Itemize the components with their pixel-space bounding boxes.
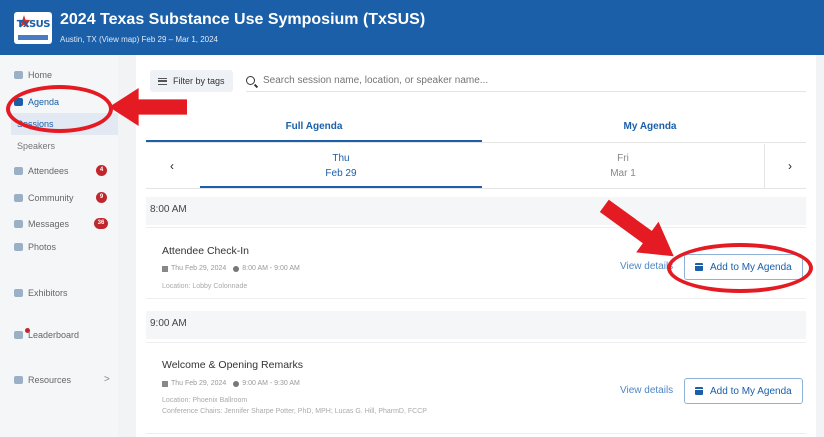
sidebar-item-leaderboard[interactable]: Leaderboard	[14, 330, 79, 340]
sidebar-item-community[interactable]: Community	[14, 193, 74, 203]
agenda-annotation-circle	[6, 85, 113, 133]
event-header: TxSUS 2024 Texas Substance Use Symposium…	[0, 0, 824, 55]
event-logo[interactable]: TxSUS	[14, 12, 52, 44]
session-datetime: Thu Feb 29, 2024 9:00 AM - 9:30 AM	[162, 380, 300, 387]
active-day-indicator	[200, 186, 482, 188]
session-title[interactable]: Welcome & Opening Remarks	[162, 359, 303, 371]
add-to-agenda-annotation-circle	[667, 243, 813, 293]
tab-full-agenda[interactable]: Full Agenda	[146, 111, 482, 141]
session-card[interactable]: Welcome & Opening Remarks Thu Feb 29, 20…	[146, 342, 806, 434]
messages-badge: 36	[94, 218, 108, 229]
sidebar-item-resources[interactable]: Resources	[14, 375, 71, 385]
calendar-icon	[695, 387, 703, 395]
search-input[interactable]	[263, 75, 763, 86]
session-location: Location: Lobby Colonnade	[162, 283, 248, 290]
event-subtitle[interactable]: Austin, TX (View map) Feb 29 – Mar 1, 20…	[60, 35, 218, 44]
time-slot-header: 9:00 AM	[146, 311, 806, 339]
tab-my-agenda[interactable]: My Agenda	[482, 111, 818, 141]
search-icon	[246, 76, 255, 85]
podium-icon	[14, 331, 23, 339]
clock-icon	[233, 380, 240, 387]
add-to-my-agenda-button[interactable]: Add to My Agenda	[684, 378, 803, 404]
logo-text: TxSUS	[16, 19, 51, 30]
sidebar-item-speakers[interactable]: Speakers	[17, 141, 55, 151]
day-fri-mar-1[interactable]: Fri Mar 1	[482, 151, 764, 181]
community-badge: 9	[96, 192, 107, 203]
session-datetime: Thu Feb 29, 2024 8:00 AM - 9:00 AM	[162, 265, 300, 272]
community-icon	[14, 194, 23, 202]
folder-icon	[14, 376, 23, 384]
attendees-icon	[14, 167, 23, 175]
view-details-link[interactable]: View details	[620, 385, 673, 396]
view-details-link[interactable]: View details	[620, 261, 673, 272]
day-thu-feb-29[interactable]: Thu Feb 29	[200, 151, 482, 181]
session-chairs: Conference Chairs: Jennifer Sharpe Potte…	[162, 408, 427, 415]
building-icon	[14, 289, 23, 297]
event-title: 2024 Texas Substance Use Symposium (TxSU…	[60, 11, 426, 28]
mail-icon	[14, 220, 23, 228]
sidebar-item-photos[interactable]: Photos	[14, 242, 56, 252]
next-day-button[interactable]: ›	[764, 144, 816, 188]
camera-icon	[14, 243, 23, 251]
prev-day-button[interactable]: ‹	[146, 144, 198, 188]
chevron-right-icon[interactable]: >	[104, 374, 110, 385]
filter-by-tags-button[interactable]: Filter by tags	[150, 70, 233, 92]
sidebar-item-messages[interactable]: Messages	[14, 219, 69, 229]
time-slot-header: 8:00 AM	[146, 197, 806, 225]
sidebar-item-exhibitors[interactable]: Exhibitors	[14, 288, 68, 298]
active-tab-indicator	[146, 140, 482, 142]
home-icon	[14, 71, 23, 79]
sliders-icon	[158, 77, 167, 85]
sidebar-item-attendees[interactable]: Attendees	[14, 166, 69, 176]
clock-icon	[233, 265, 240, 272]
session-title[interactable]: Attendee Check-In	[162, 245, 249, 257]
attendees-badge: 4	[96, 165, 107, 176]
session-location: Location: Phoenix Ballroom	[162, 397, 248, 404]
search-bar	[246, 70, 806, 92]
calendar-icon	[162, 380, 168, 387]
sidebar-item-home[interactable]: Home	[14, 70, 52, 80]
calendar-icon	[162, 265, 168, 272]
